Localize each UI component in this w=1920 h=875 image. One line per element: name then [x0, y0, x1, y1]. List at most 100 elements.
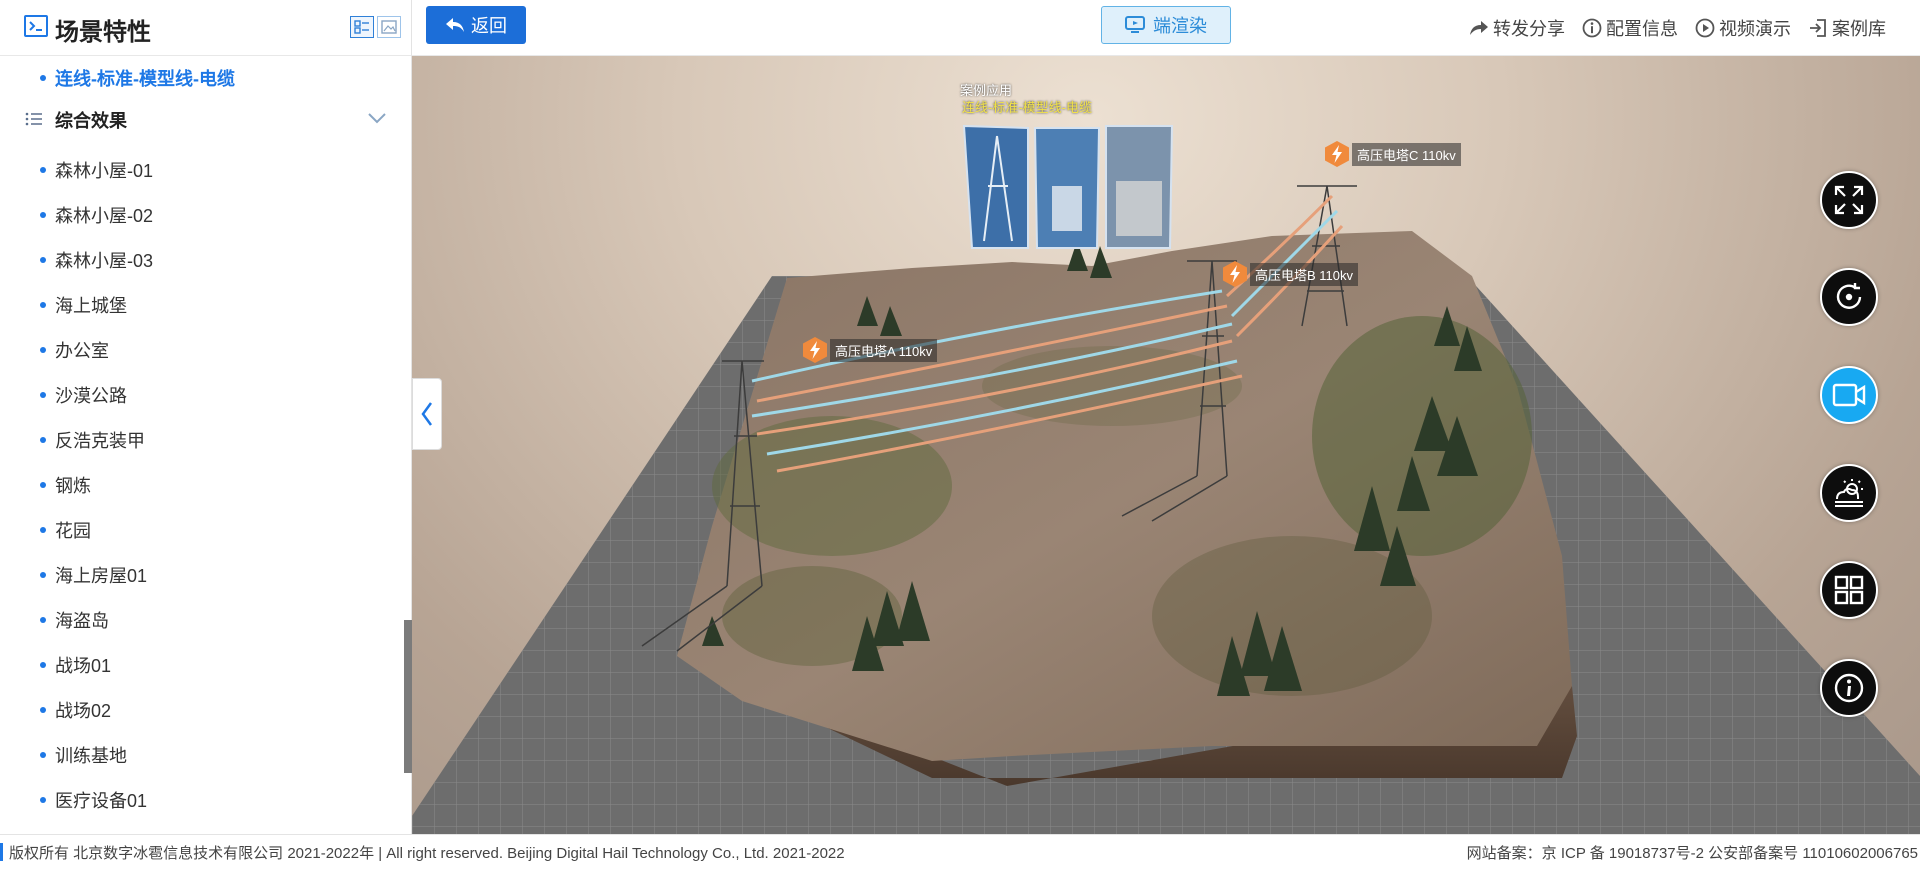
list-icon	[25, 112, 42, 126]
sidebar-item[interactable]: 海上房屋01	[0, 554, 400, 594]
info-icon	[1834, 673, 1864, 703]
fullscreen-icon	[1834, 185, 1864, 215]
bullet-icon	[40, 347, 46, 353]
sidebar-item[interactable]: 钢炼	[0, 464, 400, 504]
bullet-icon	[40, 437, 46, 443]
footer-accent-bar	[0, 843, 3, 861]
sidebar-item[interactable]: 训练基地	[0, 734, 400, 774]
sidebar-title: 场景特性	[55, 19, 151, 46]
sidebar-item[interactable]: 花园	[0, 509, 400, 549]
sidebar-item-label: 森林小屋-03	[55, 251, 154, 271]
camera-button[interactable]	[1820, 366, 1878, 424]
image-view-button[interactable]	[377, 16, 401, 38]
image-view-icon	[381, 20, 397, 34]
sidebar-item[interactable]: 海盗岛	[0, 599, 400, 639]
grid-icon	[1834, 575, 1864, 605]
sidebar-item[interactable]: 反浩克装甲	[0, 419, 400, 459]
sidebar-item-label: 医疗设备01	[55, 791, 148, 811]
fullscreen-button[interactable]	[1820, 171, 1878, 229]
tower-b-label[interactable]: 高压电塔B 110kv	[1222, 260, 1359, 288]
sidebar-item-cable-line[interactable]: 连线-标准-模型线-电缆	[0, 57, 400, 97]
video-link[interactable]: 视频演示	[1695, 15, 1791, 41]
sidebar-item-label: 海上房屋01	[55, 566, 148, 586]
sidebar-scrollbar[interactable]	[404, 620, 412, 773]
camera-icon	[1832, 383, 1866, 407]
render-button[interactable]: 端渲染	[1101, 6, 1231, 44]
grid-view-button[interactable]	[1820, 561, 1878, 619]
bullet-icon	[40, 707, 46, 713]
bullet-icon	[40, 482, 46, 488]
back-button-label: 返回	[471, 16, 507, 36]
share-icon	[1470, 21, 1488, 35]
config-link[interactable]: 配置信息	[1582, 15, 1678, 41]
bullet-icon	[40, 75, 46, 81]
scene-viewport[interactable]: 案例应用 连线-标准-模型线-电缆 高压电塔A 110kv 高压电塔B 110k…	[412, 56, 1920, 834]
sidebar-item-label: 森林小屋-01	[55, 161, 154, 181]
view-toggle	[350, 16, 401, 38]
exit-icon	[1810, 19, 1826, 37]
sidebar-item[interactable]: 海上城堡	[0, 284, 400, 324]
sidebar-item-label: 训练基地	[55, 746, 127, 766]
lightning-icon	[1325, 141, 1349, 167]
list-view-button[interactable]	[350, 16, 374, 38]
sidebar-item[interactable]: 森林小屋-02	[0, 194, 400, 234]
share-link[interactable]: 转发分享	[1469, 15, 1565, 41]
sidebar-group-label: 综合效果	[55, 111, 127, 131]
tower-c-label[interactable]: 高压电塔C 110kv	[1324, 140, 1461, 168]
icp-record-text[interactable]: 网站备案：京 ICP 备 19018737号-2 公安部备案号 11010602…	[1467, 842, 1918, 863]
sidebar-item[interactable]: 森林小屋-01	[0, 149, 400, 189]
chevron-down-icon[interactable]	[366, 110, 388, 126]
bullet-icon	[40, 167, 46, 173]
copyright-text: 版权所有 北京数字冰雹信息技术有限公司 2021-2022年 | All rig…	[9, 845, 845, 862]
bullet-icon	[40, 527, 46, 533]
footer: 版权所有 北京数字冰雹信息技术有限公司 2021-2022年 | All rig…	[0, 834, 1920, 875]
sidebar-item[interactable]: 战场01	[0, 644, 400, 684]
sidebar-item-label: 反浩克装甲	[55, 431, 145, 451]
case-subtitle: 连线-标准-模型线-电缆	[962, 100, 1092, 115]
collapse-sidebar-button[interactable]	[412, 378, 442, 450]
bullet-icon	[40, 752, 46, 758]
sidebar-item-label: 花园	[55, 521, 91, 541]
bullet-icon	[40, 662, 46, 668]
rotate-icon	[1836, 283, 1862, 309]
render-button-label: 端渲染	[1153, 16, 1207, 36]
terrain-scene	[412, 124, 1920, 834]
cases-link[interactable]: 案例库	[1808, 15, 1886, 41]
bullet-icon	[40, 302, 46, 308]
play-circle-icon	[1695, 18, 1715, 38]
lightning-icon	[1223, 261, 1247, 287]
sidebar-item-label: 海盗岛	[55, 611, 109, 631]
tower-a-label[interactable]: 高压电塔A 110kv	[802, 336, 938, 364]
info-button[interactable]	[1820, 659, 1878, 717]
back-arrow-icon	[446, 18, 464, 32]
sidebar-item-label: 钢炼	[55, 476, 91, 496]
chevron-left-icon	[421, 402, 433, 426]
monitor-icon	[1125, 16, 1145, 33]
tower-b-text: 高压电塔B 110kv	[1250, 262, 1359, 286]
sidebar-item[interactable]: 医疗设备01	[0, 779, 400, 819]
weather-icon	[1835, 479, 1863, 507]
bullet-icon	[40, 257, 46, 263]
sidebar-item[interactable]: 办公室	[0, 329, 400, 369]
list-view-icon	[354, 20, 369, 34]
sidebar-item-label: 森林小屋-02	[55, 206, 154, 226]
share-link-label: 转发分享	[1493, 19, 1565, 39]
tower-a-text: 高压电塔A 110kv	[830, 338, 938, 362]
sidebar-list: 连线-标准-模型线-电缆 综合效果 森林小屋-01 森林小屋-02 森林小屋-0…	[0, 57, 404, 834]
info-circle-icon	[1582, 18, 1602, 38]
bullet-icon	[40, 572, 46, 578]
sidebar-item-label: 连线-标准-模型线-电缆	[55, 69, 235, 89]
rotate-button[interactable]	[1820, 268, 1878, 326]
sidebar-item[interactable]: 森林小屋-03	[0, 239, 400, 279]
back-button[interactable]: 返回	[426, 6, 526, 44]
console-icon	[24, 15, 48, 37]
cases-link-label: 案例库	[1832, 19, 1886, 39]
sidebar-item[interactable]: 战场02	[0, 689, 400, 729]
sidebar-item-label: 战场02	[55, 701, 112, 721]
case-photos	[962, 124, 1174, 249]
sidebar-group-comprehensive[interactable]: 综合效果	[0, 99, 400, 139]
config-link-label: 配置信息	[1606, 19, 1678, 39]
sidebar-item[interactable]: 沙漠公路	[0, 374, 400, 414]
weather-button[interactable]	[1820, 464, 1878, 522]
bullet-icon	[40, 212, 46, 218]
